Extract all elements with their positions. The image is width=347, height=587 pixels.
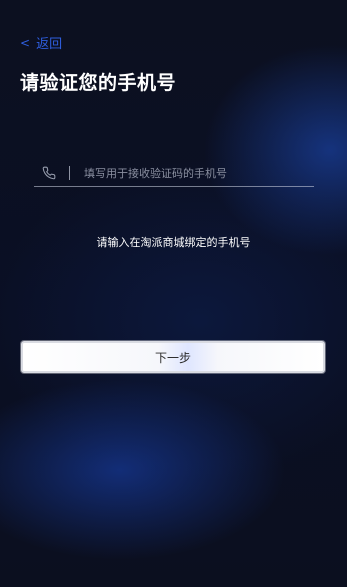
field-divider [69, 166, 70, 180]
phone-hint-text: 请输入在淘派商城绑定的手机号 [96, 236, 251, 249]
chevron-left-icon: < [20, 35, 31, 50]
phone-field[interactable] [34, 160, 314, 187]
page-title: 请验证您的手机号 [20, 72, 177, 94]
verify-phone-screen: < 返回 请验证您的手机号 请输入在淘派商城绑定的手机号 下一步 [0, 0, 347, 587]
phone-input[interactable] [84, 166, 314, 180]
back-label: 返回 [36, 37, 63, 52]
back-button[interactable]: < 返回 [20, 33, 63, 53]
phone-icon [41, 165, 57, 181]
next-step-button[interactable]: 下一步 [21, 341, 325, 373]
